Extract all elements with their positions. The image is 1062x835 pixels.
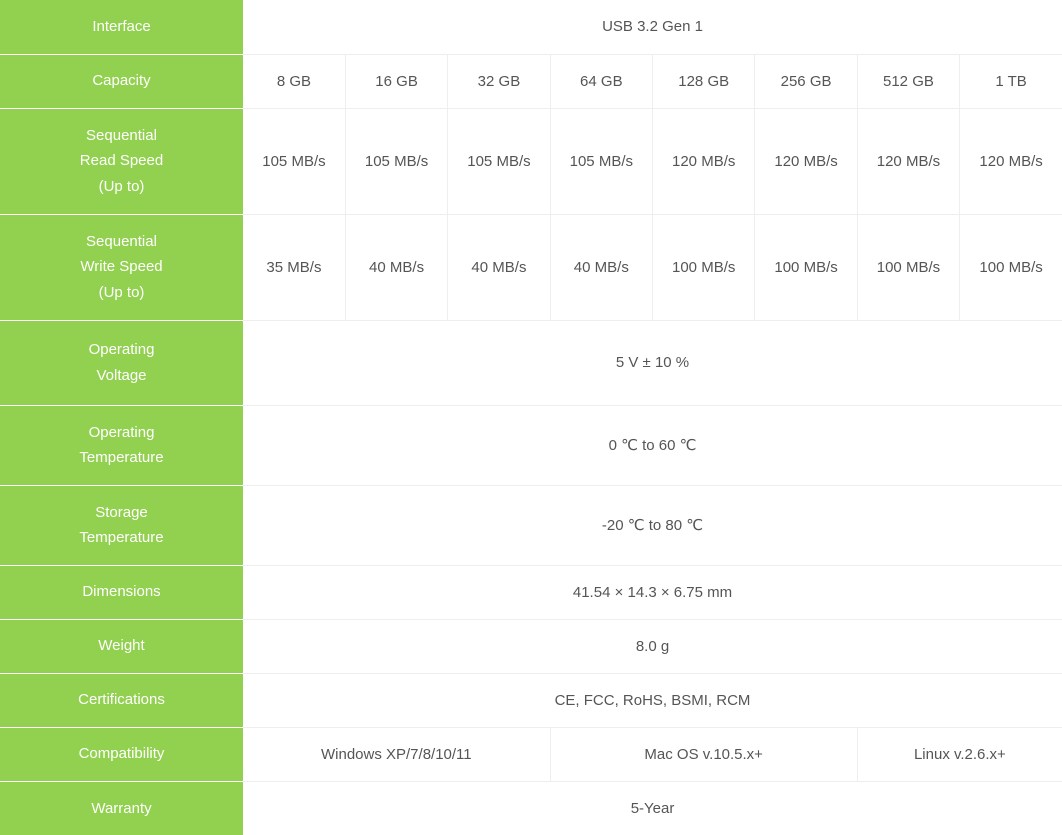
label-dimensions: Dimensions bbox=[0, 565, 243, 620]
label-operating-voltage: Operating Voltage bbox=[0, 320, 243, 406]
compatibility-linux: Linux v.2.6.x+ bbox=[856, 727, 1062, 782]
write-speed-cell: 40 MB/s bbox=[447, 214, 551, 321]
label-compatibility: Compatibility bbox=[0, 727, 243, 782]
row-write-speed: Sequential Write Speed (Up to) 35 MB/s 4… bbox=[0, 214, 1062, 321]
write-speed-cell: 100 MB/s bbox=[959, 214, 1062, 321]
row-storage-temperature: Storage Temperature -20 ℃ to 80 ℃ bbox=[0, 485, 1062, 566]
row-operating-temperature: Operating Temperature 0 ℃ to 60 ℃ bbox=[0, 405, 1062, 486]
label-operating-temperature: Operating Temperature bbox=[0, 405, 243, 486]
label-weight: Weight bbox=[0, 619, 243, 674]
value-operating-temperature: 0 ℃ to 60 ℃ bbox=[243, 405, 1062, 486]
write-speed-cell: 100 MB/s bbox=[651, 214, 755, 321]
capacity-cell: 128 GB bbox=[651, 54, 755, 109]
value-dimensions: 41.54 × 14.3 × 6.75 mm bbox=[243, 565, 1062, 620]
value-weight: 8.0 g bbox=[243, 619, 1062, 674]
read-speed-cell: 105 MB/s bbox=[447, 108, 551, 215]
read-speed-cell: 105 MB/s bbox=[243, 108, 346, 215]
row-interface: Interface USB 3.2 Gen 1 bbox=[0, 0, 1062, 55]
read-speed-cell: 105 MB/s bbox=[344, 108, 448, 215]
capacity-cell: 256 GB bbox=[754, 54, 858, 109]
write-speed-cell: 35 MB/s bbox=[243, 214, 346, 321]
write-speed-cell: 40 MB/s bbox=[549, 214, 653, 321]
label-warranty: Warranty bbox=[0, 781, 243, 835]
read-speed-cell: 120 MB/s bbox=[959, 108, 1062, 215]
row-operating-voltage: Operating Voltage 5 V ± 10 % bbox=[0, 320, 1062, 406]
label-interface: Interface bbox=[0, 0, 243, 55]
value-interface: USB 3.2 Gen 1 bbox=[243, 0, 1062, 55]
label-storage-temperature: Storage Temperature bbox=[0, 485, 243, 566]
row-certifications: Certifications CE, FCC, RoHS, BSMI, RCM bbox=[0, 673, 1062, 728]
row-dimensions: Dimensions 41.54 × 14.3 × 6.75 mm bbox=[0, 565, 1062, 620]
row-compatibility: Compatibility Windows XP/7/8/10/11 Mac O… bbox=[0, 727, 1062, 782]
capacity-cell: 512 GB bbox=[856, 54, 960, 109]
compatibility-windows: Windows XP/7/8/10/11 bbox=[243, 727, 551, 782]
label-capacity: Capacity bbox=[0, 54, 243, 109]
read-speed-cell: 120 MB/s bbox=[856, 108, 960, 215]
label-certifications: Certifications bbox=[0, 673, 243, 728]
read-speed-cell: 105 MB/s bbox=[549, 108, 653, 215]
value-certifications: CE, FCC, RoHS, BSMI, RCM bbox=[243, 673, 1062, 728]
capacity-cell: 32 GB bbox=[447, 54, 551, 109]
label-read-speed: Sequential Read Speed (Up to) bbox=[0, 108, 243, 215]
capacity-cell: 16 GB bbox=[344, 54, 448, 109]
capacity-cell: 64 GB bbox=[549, 54, 653, 109]
row-weight: Weight 8.0 g bbox=[0, 619, 1062, 674]
write-speed-cell: 100 MB/s bbox=[754, 214, 858, 321]
capacity-cell: 8 GB bbox=[243, 54, 346, 109]
write-speed-cell: 40 MB/s bbox=[344, 214, 448, 321]
value-storage-temperature: -20 ℃ to 80 ℃ bbox=[243, 485, 1062, 566]
label-write-speed: Sequential Write Speed (Up to) bbox=[0, 214, 243, 321]
capacity-cell: 1 TB bbox=[959, 54, 1062, 109]
spec-table: Interface USB 3.2 Gen 1 Capacity 8 GB 16… bbox=[0, 0, 1062, 835]
write-speed-cell: 100 MB/s bbox=[856, 214, 960, 321]
value-operating-voltage: 5 V ± 10 % bbox=[243, 320, 1062, 406]
row-capacity: Capacity 8 GB 16 GB 32 GB 64 GB 128 GB 2… bbox=[0, 54, 1062, 109]
row-read-speed: Sequential Read Speed (Up to) 105 MB/s 1… bbox=[0, 108, 1062, 215]
read-speed-cell: 120 MB/s bbox=[651, 108, 755, 215]
read-speed-cell: 120 MB/s bbox=[754, 108, 858, 215]
compatibility-mac: Mac OS v.10.5.x+ bbox=[549, 727, 858, 782]
value-warranty: 5-Year bbox=[630, 799, 675, 817]
row-warranty: Warranty 5-Year bbox=[0, 781, 1062, 835]
